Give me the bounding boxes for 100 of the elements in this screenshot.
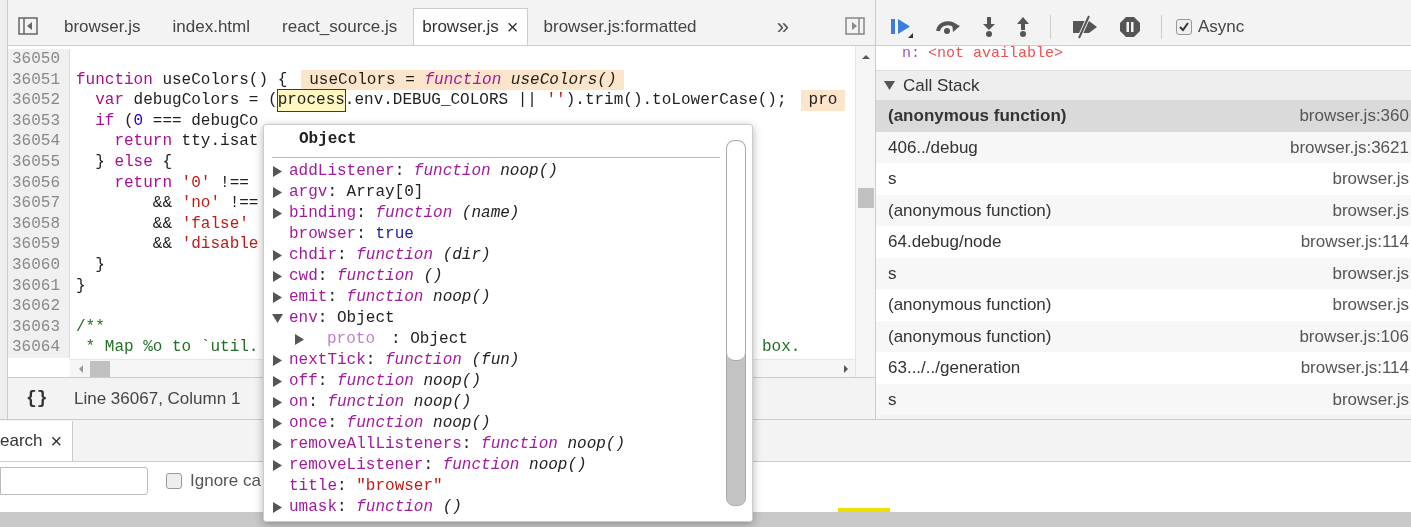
scope-variable-name: n:	[902, 46, 920, 62]
line-number: 36056	[8, 172, 70, 194]
collapsed-triangle-icon[interactable]	[272, 376, 283, 387]
collapsed-triangle-icon[interactable]	[272, 355, 283, 366]
code-token: var	[94, 90, 124, 111]
navigator-toggle-icon[interactable]	[18, 17, 38, 35]
collapsed-triangle-icon[interactable]	[272, 460, 283, 471]
property-name: env	[289, 308, 318, 329]
property-name: umask	[289, 497, 337, 518]
code-token: 0	[133, 110, 144, 132]
line-number: 36054	[8, 131, 70, 152]
property-value: : function noop()	[327, 287, 491, 308]
close-tab-icon[interactable]: ×	[50, 431, 63, 451]
debugger-toggle-icon[interactable]	[845, 17, 865, 35]
code-token: tty.isat	[180, 131, 259, 152]
horizontal-scrollbar-thumb[interactable]	[90, 360, 110, 377]
property-value: : function noop()	[423, 455, 587, 476]
property-value: : function ()	[337, 497, 462, 518]
collapsed-triangle-icon[interactable]	[272, 292, 283, 303]
expanded-triangle-icon[interactable]	[272, 313, 283, 324]
property-value: : Object	[317, 308, 395, 329]
step-into-icon[interactable]	[982, 15, 996, 38]
code-token: .env.DEBUG_COLORS ||	[344, 90, 538, 111]
collapsed-triangle-icon[interactable]	[272, 250, 283, 261]
code-token: }	[94, 254, 105, 276]
scroll-right-icon[interactable]	[841, 363, 851, 374]
code-token: process	[277, 90, 345, 111]
property-name: cwd	[289, 266, 318, 287]
collapsed-triangle-icon[interactable]	[272, 502, 283, 513]
property-value: : function (fun)	[365, 350, 520, 371]
property-value: : function noop()	[327, 413, 491, 434]
step-over-icon[interactable]	[934, 18, 962, 35]
call-stack-frame[interactable]: (anonymous function) browser.js	[876, 194, 1411, 226]
code-token: return	[113, 172, 172, 194]
collapsed-triangle-icon[interactable]	[272, 187, 283, 198]
code-token: }	[76, 275, 86, 297]
call-stack-frame[interactable]: s browser.js	[876, 257, 1411, 289]
property-name: argv	[289, 182, 328, 203]
code-token: '0'	[180, 172, 211, 194]
file-tab[interactable]: react_source.js	[266, 8, 414, 45]
property-value: : "browser"	[337, 476, 443, 497]
expanded-triangle-icon[interactable]	[884, 80, 895, 91]
vertical-scrollbar-thumb[interactable]	[857, 188, 874, 208]
call-stack-frame[interactable]: s browser.js	[876, 163, 1411, 195]
file-tab[interactable]: browser.js:formatted	[527, 8, 713, 45]
code-token: return	[113, 131, 172, 152]
call-stack-header[interactable]: Call Stack	[876, 71, 1411, 100]
collapsed-triangle-icon[interactable]	[272, 397, 283, 408]
more-tabs-button[interactable]: »	[768, 7, 797, 45]
code-token: * Map %o to `util.	[84, 337, 259, 358]
code-token: debugColors = (	[132, 90, 278, 111]
call-stack-frame[interactable]: 406../debug browser.js:3621	[876, 131, 1411, 163]
search-tab[interactable]: earch ×	[0, 421, 74, 461]
popover-scrollbar-thumb[interactable]	[727, 141, 745, 361]
collapsed-triangle-icon[interactable]	[272, 208, 283, 219]
property-name: emit	[289, 287, 328, 308]
step-out-icon[interactable]	[1016, 15, 1030, 38]
file-tab[interactable]: browser.js	[48, 8, 157, 45]
call-stack-frame[interactable]: 64.debug/node browser.js:114	[876, 226, 1411, 258]
scroll-up-icon[interactable]	[860, 52, 871, 62]
search-match-highlight	[838, 508, 890, 512]
code-token: === debugCo	[151, 110, 259, 132]
collapsed-triangle-icon[interactable]	[272, 166, 283, 177]
file-tab[interactable]: index.html	[156, 8, 266, 45]
code-token: ''	[546, 90, 566, 111]
code-token: if	[94, 110, 115, 132]
line-number: 36062	[8, 296, 70, 317]
pretty-print-button[interactable]: {}	[26, 385, 62, 412]
code-token: &&	[151, 213, 173, 235]
property-name: on	[289, 392, 309, 413]
line-number: 36061	[8, 275, 70, 297]
property-name: once	[289, 413, 328, 434]
search-field[interactable]	[0, 467, 148, 495]
property-name: proto	[327, 329, 375, 350]
file-tab[interactable]: browser.js ×	[413, 8, 528, 45]
call-stack-frame[interactable]: (anonymous function) browser.js	[876, 289, 1411, 321]
collapsed-triangle-icon[interactable]	[272, 439, 283, 450]
property-name: chdir	[289, 245, 337, 266]
property-value: : function noop()	[461, 434, 626, 455]
async-checkbox[interactable]	[1176, 18, 1192, 35]
line-number: 36058	[8, 213, 70, 235]
ignore-case-checkbox[interactable]	[166, 473, 182, 489]
property-name: nextTick	[289, 350, 366, 371]
close-tab-icon[interactable]: ×	[506, 17, 519, 37]
call-stack-frame[interactable]: 63.../../generation browser.js:114	[876, 352, 1411, 384]
property-value: : function (name)	[356, 203, 520, 224]
collapsed-triangle-icon[interactable]	[272, 418, 283, 429]
property-value: : true	[356, 224, 414, 245]
call-stack-frame[interactable]: (anonymous function) browser.js:360	[876, 100, 1411, 132]
call-stack-frame[interactable]: s browser.js	[876, 383, 1411, 415]
collapsed-triangle-icon[interactable]	[294, 334, 305, 345]
property-name: removeAllListeners	[289, 434, 462, 455]
property-value: : function ()	[317, 266, 443, 287]
collapsed-triangle-icon[interactable]	[272, 271, 283, 282]
inline-value-annotation: useColors = function useColors()	[301, 69, 625, 91]
code-token: !==	[228, 193, 259, 214]
deactivate-breakpoints-icon[interactable]	[1071, 14, 1099, 39]
call-stack-frame[interactable]: (anonymous function) browser.js:106	[876, 320, 1411, 352]
inline-value-annotation: pro	[800, 90, 846, 111]
pause-icon[interactable]	[1119, 15, 1141, 38]
